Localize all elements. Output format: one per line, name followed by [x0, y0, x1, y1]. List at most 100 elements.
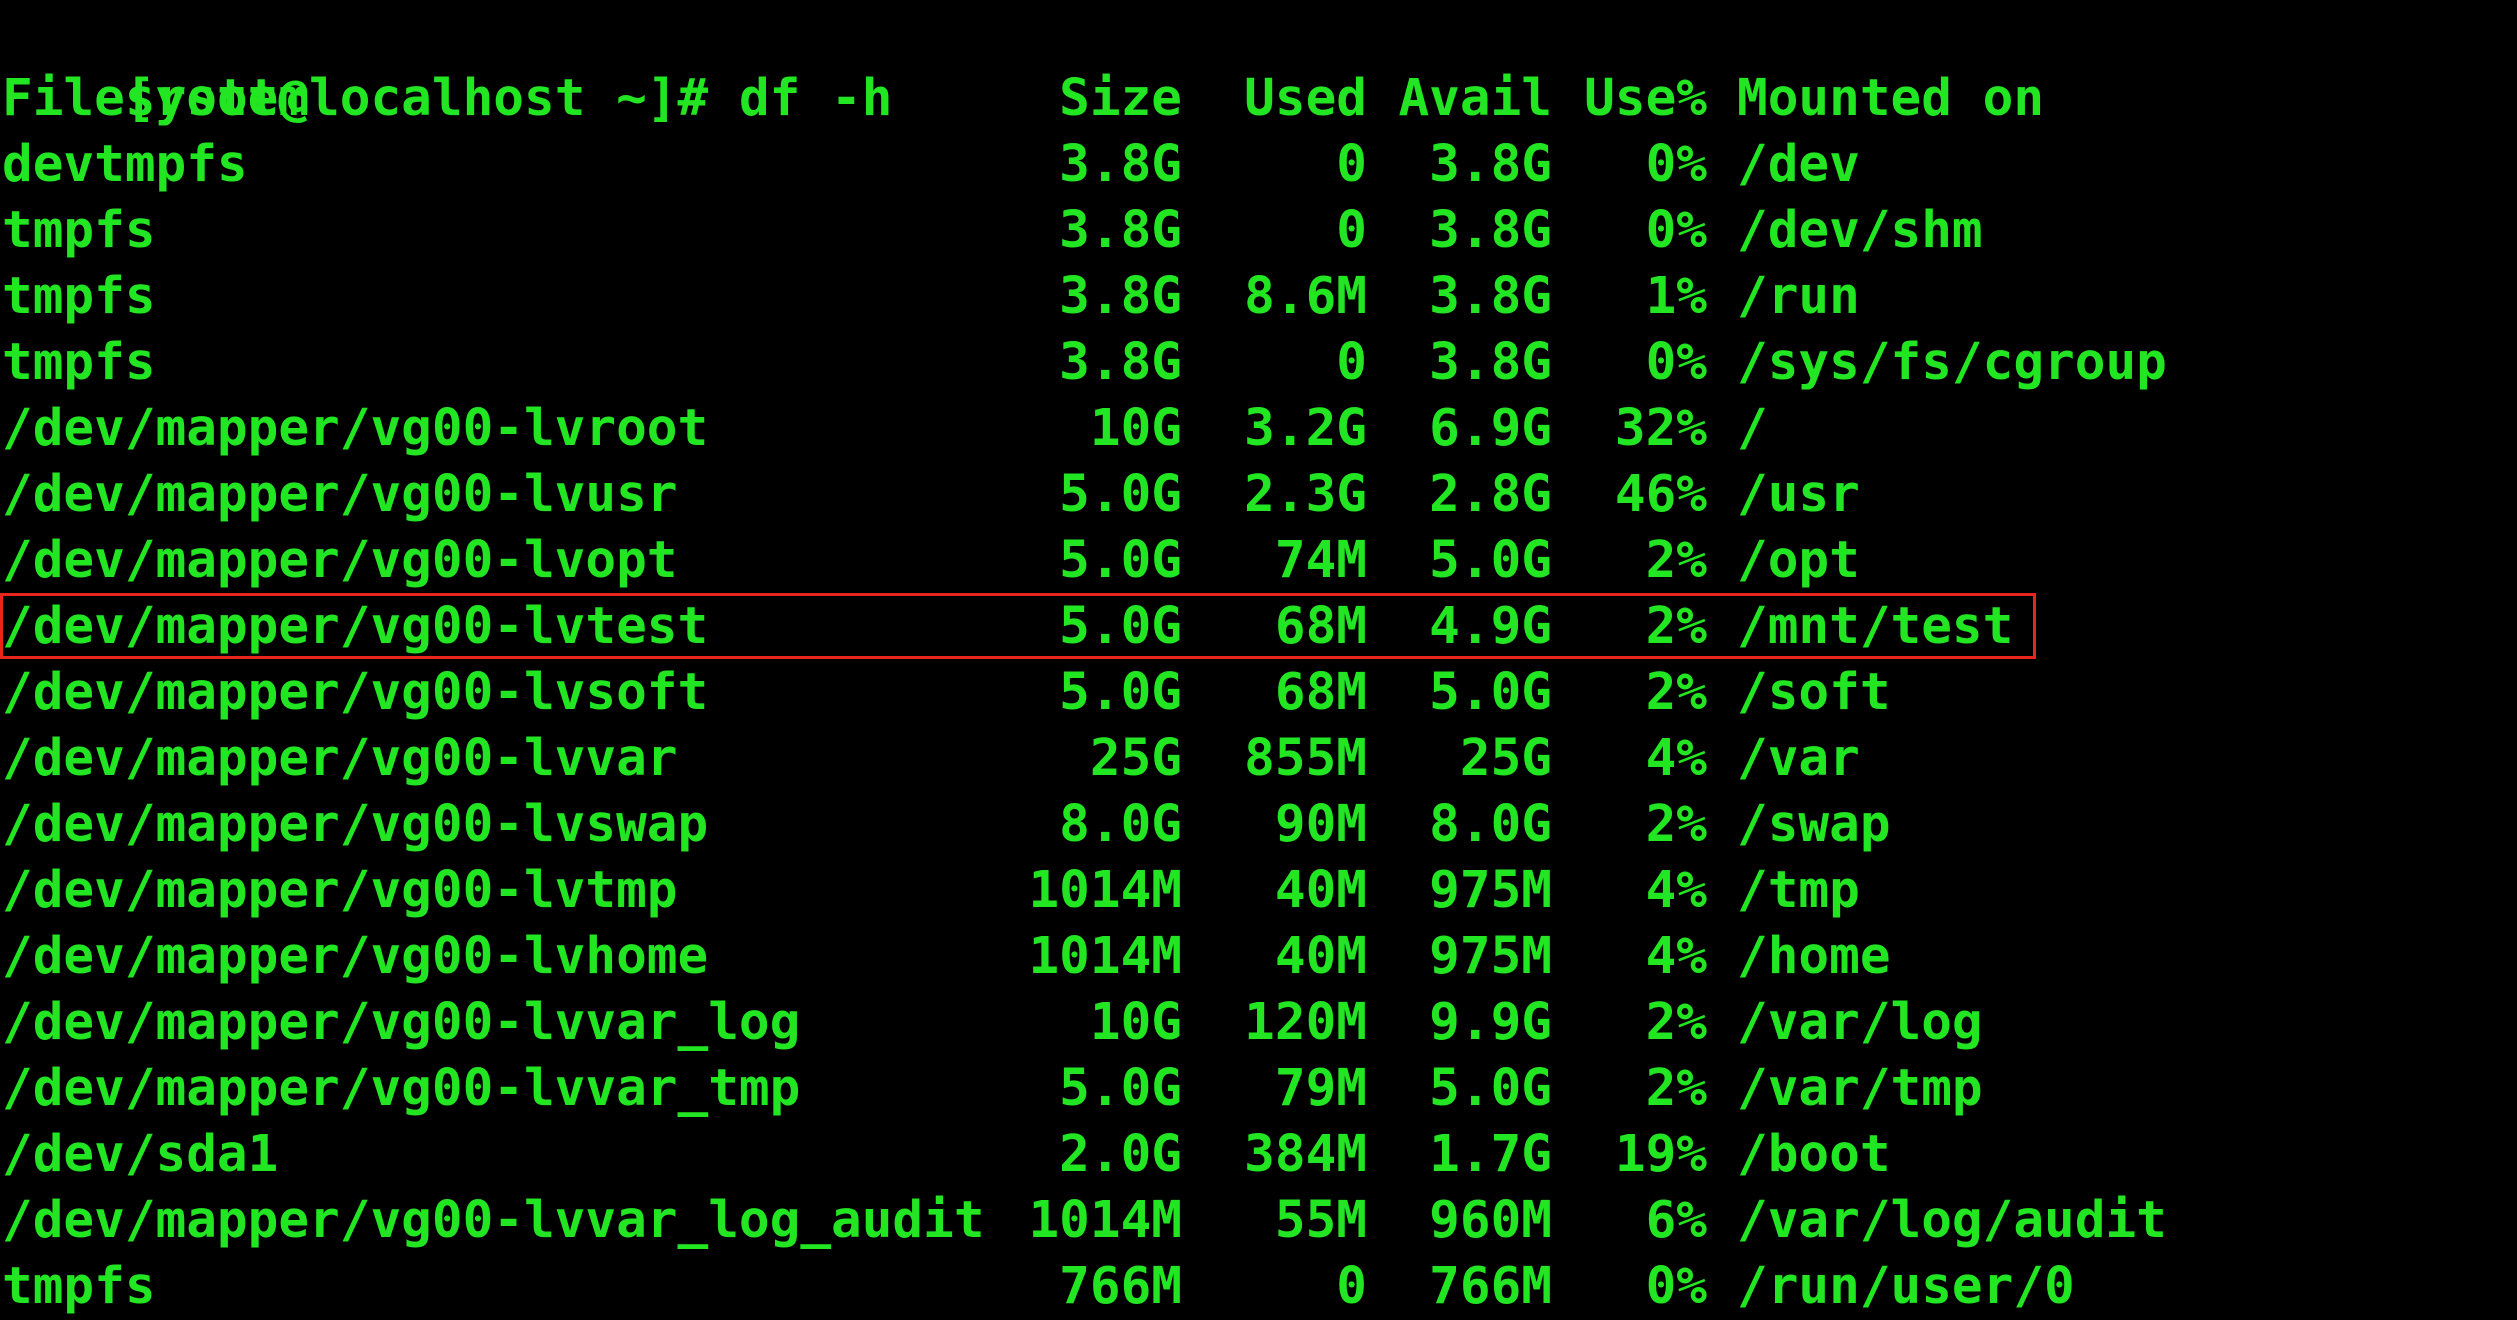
header-use-percent: Use% — [1584, 69, 1707, 128]
mount-point-cell: /var/log/audit — [1737, 1191, 2167, 1250]
terminal-window[interactable]: [root@localhost ~]# df -h Filesystem Siz… — [0, 0, 2517, 1316]
mount-point-cell: /run/user/0 — [1737, 1257, 2075, 1316]
filesystem-cell: devtmpfs — [2, 135, 248, 194]
used-cell: 120M — [1244, 993, 1367, 1052]
filesystem-cell: /dev/mapper/vg00-lvhome — [2, 927, 709, 986]
used-cell: 74M — [1274, 531, 1367, 590]
filesystem-cell: /dev/mapper/vg00-lvvar — [2, 729, 678, 788]
size-cell: 10G — [1089, 993, 1182, 1052]
avail-cell: 2.8G — [1429, 465, 1552, 524]
avail-cell: 5.0G — [1429, 1059, 1552, 1118]
command-prompt-line: [root@localhost ~]# df -h — [2, 0, 893, 128]
use-percent-cell: 4% — [1645, 729, 1707, 788]
avail-cell: 975M — [1429, 927, 1552, 986]
filesystem-cell: /dev/sda1 — [2, 1125, 279, 1184]
filesystem-cell: tmpfs — [2, 333, 156, 392]
filesystem-cell: /dev/mapper/vg00-lvopt — [2, 531, 678, 590]
size-cell: 766M — [1059, 1257, 1182, 1316]
used-cell: 8.6M — [1244, 267, 1367, 326]
size-cell: 3.8G — [1059, 267, 1182, 326]
use-percent-cell: 32% — [1614, 399, 1707, 458]
avail-cell: 5.0G — [1429, 663, 1552, 722]
size-cell: 3.8G — [1059, 201, 1182, 260]
header-used: Used — [1244, 69, 1367, 128]
use-percent-cell: 2% — [1645, 1059, 1707, 1118]
header-filesystem: Filesystem — [2, 69, 310, 128]
filesystem-cell: /dev/mapper/vg00-lvroot — [2, 399, 709, 458]
size-cell: 2.0G — [1059, 1125, 1182, 1184]
used-cell: 0 — [1336, 135, 1367, 194]
size-cell: 25G — [1089, 729, 1182, 788]
use-percent-cell: 4% — [1645, 861, 1707, 920]
filesystem-cell: /dev/mapper/vg00-lvvar_tmp — [2, 1059, 801, 1118]
size-cell: 10G — [1089, 399, 1182, 458]
used-cell: 0 — [1336, 201, 1367, 260]
use-percent-cell: 0% — [1645, 1257, 1707, 1316]
mount-point-cell: / — [1737, 399, 1768, 458]
size-cell: 5.0G — [1059, 1059, 1182, 1118]
avail-cell: 3.8G — [1429, 135, 1552, 194]
mount-point-cell: /sys/fs/cgroup — [1737, 333, 2167, 392]
use-percent-cell: 2% — [1645, 795, 1707, 854]
use-percent-cell: 1% — [1645, 267, 1707, 326]
filesystem-cell: tmpfs — [2, 201, 156, 260]
avail-cell: 25G — [1459, 729, 1552, 788]
filesystem-cell: /dev/mapper/vg00-lvvar_log — [2, 993, 801, 1052]
use-percent-cell: 2% — [1645, 993, 1707, 1052]
avail-cell: 5.0G — [1429, 531, 1552, 590]
size-cell: 1014M — [1028, 861, 1182, 920]
used-cell: 55M — [1274, 1191, 1367, 1250]
mount-point-cell: /home — [1737, 927, 1891, 986]
header-avail: Avail — [1398, 69, 1552, 128]
used-cell: 79M — [1274, 1059, 1367, 1118]
avail-cell: 6.9G — [1429, 399, 1552, 458]
avail-cell: 8.0G — [1429, 795, 1552, 854]
mount-point-cell: /var/tmp — [1737, 1059, 1983, 1118]
size-cell: 3.8G — [1059, 333, 1182, 392]
use-percent-cell: 4% — [1645, 927, 1707, 986]
use-percent-cell: 2% — [1645, 531, 1707, 590]
size-cell: 1014M — [1028, 1191, 1182, 1250]
mount-point-cell: /usr — [1737, 465, 1860, 524]
mount-point-cell: /var — [1737, 729, 1860, 788]
avail-cell: 766M — [1429, 1257, 1552, 1316]
used-cell: 855M — [1244, 729, 1367, 788]
use-percent-cell: 2% — [1645, 663, 1707, 722]
mount-point-cell: /run — [1737, 267, 1860, 326]
used-cell: 90M — [1274, 795, 1367, 854]
avail-cell: 9.9G — [1429, 993, 1552, 1052]
mount-point-cell: /soft — [1737, 663, 1891, 722]
avail-cell: 3.8G — [1429, 201, 1552, 260]
used-cell: 2.3G — [1244, 465, 1367, 524]
used-cell: 68M — [1274, 663, 1367, 722]
header-mounted-on: Mounted on — [1737, 69, 2045, 128]
size-cell: 3.8G — [1059, 135, 1182, 194]
size-cell: 5.0G — [1059, 465, 1182, 524]
filesystem-cell: /dev/mapper/vg00-lvtmp — [2, 861, 678, 920]
mount-point-cell: /tmp — [1737, 861, 1860, 920]
filesystem-cell: /dev/mapper/vg00-lvusr — [2, 465, 678, 524]
avail-cell: 960M — [1429, 1191, 1552, 1250]
use-percent-cell: 19% — [1614, 1125, 1707, 1184]
avail-cell: 3.8G — [1429, 333, 1552, 392]
use-percent-cell: 46% — [1614, 465, 1707, 524]
used-cell: 3.2G — [1244, 399, 1367, 458]
used-cell: 0 — [1336, 1257, 1367, 1316]
command-text: df -h — [738, 69, 893, 128]
use-percent-cell: 0% — [1645, 333, 1707, 392]
used-cell: 40M — [1274, 861, 1367, 920]
mount-point-cell: /var/log — [1737, 993, 1983, 1052]
use-percent-cell: 0% — [1645, 135, 1707, 194]
avail-cell: 1.7G — [1429, 1125, 1552, 1184]
filesystem-cell: tmpfs — [2, 267, 156, 326]
mount-point-cell: /swap — [1737, 795, 1891, 854]
filesystem-cell: /dev/mapper/vg00-lvswap — [2, 795, 709, 854]
filesystem-cell: /dev/mapper/vg00-lvsoft — [2, 663, 709, 722]
highlight-box — [0, 593, 2036, 659]
use-percent-cell: 6% — [1645, 1191, 1707, 1250]
use-percent-cell: 0% — [1645, 201, 1707, 260]
size-cell: 1014M — [1028, 927, 1182, 986]
avail-cell: 975M — [1429, 861, 1552, 920]
mount-point-cell: /dev — [1737, 135, 1860, 194]
size-cell: 5.0G — [1059, 531, 1182, 590]
